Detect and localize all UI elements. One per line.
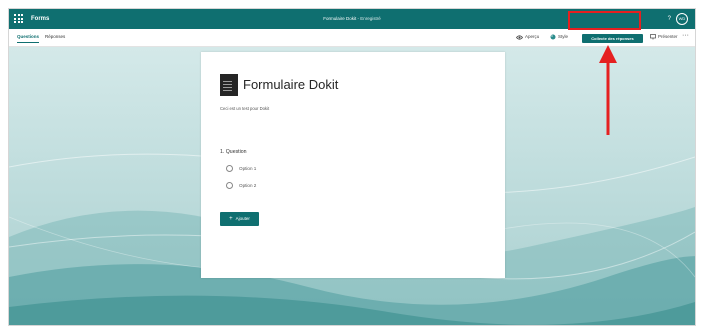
preview-button[interactable]: Aperçu bbox=[516, 32, 539, 42]
option-label: Option 2 bbox=[239, 183, 257, 188]
avatar[interactable]: WD bbox=[676, 13, 688, 25]
save-status: Enregistré bbox=[360, 16, 381, 21]
document-title: Formulaire Dokit bbox=[323, 16, 357, 21]
present-button[interactable]: Présenter bbox=[650, 32, 678, 42]
preview-label: Aperçu bbox=[525, 34, 540, 39]
style-button[interactable]: Style bbox=[550, 32, 568, 42]
add-label: Ajouter bbox=[235, 216, 250, 221]
palette-icon bbox=[550, 34, 556, 40]
form-description[interactable]: Ceci est un test pour Dokit bbox=[220, 106, 269, 112]
present-icon bbox=[650, 34, 656, 40]
eye-icon bbox=[516, 34, 523, 40]
radio-button[interactable] bbox=[226, 165, 233, 172]
form-title[interactable]: Formulaire Dokit bbox=[243, 77, 338, 93]
tab-questions[interactable]: Questions bbox=[17, 32, 40, 43]
form-logo[interactable] bbox=[220, 74, 238, 96]
app-window: Forms Formulaire Dokit - Enregistré ? WD… bbox=[8, 8, 696, 326]
add-question-button[interactable]: + Ajouter bbox=[220, 212, 259, 226]
style-label: Style bbox=[558, 34, 569, 39]
option-label: Option 1 bbox=[239, 166, 257, 171]
plus-icon: + bbox=[229, 216, 233, 222]
radio-button[interactable] bbox=[226, 182, 233, 189]
arrow-up-icon bbox=[599, 45, 617, 135]
tab-responses[interactable]: Réponses bbox=[45, 32, 65, 42]
form-card: Formulaire Dokit Ceci est un test pour D… bbox=[201, 52, 505, 278]
annotation-highlight-box bbox=[568, 11, 641, 30]
question-title[interactable]: 1. Question bbox=[220, 149, 247, 156]
command-bar: Questions Réponses Aperçu Style Collecte… bbox=[9, 29, 695, 47]
present-label: Présenter bbox=[658, 34, 678, 39]
option-1[interactable]: Option 1 bbox=[226, 165, 256, 172]
help-icon[interactable]: ? bbox=[668, 13, 671, 25]
more-icon[interactable]: ··· bbox=[682, 31, 689, 41]
title-separator: - bbox=[357, 16, 360, 21]
collect-responses-button[interactable]: Collecte des réponses bbox=[582, 34, 643, 43]
option-2[interactable]: Option 2 bbox=[226, 182, 256, 189]
